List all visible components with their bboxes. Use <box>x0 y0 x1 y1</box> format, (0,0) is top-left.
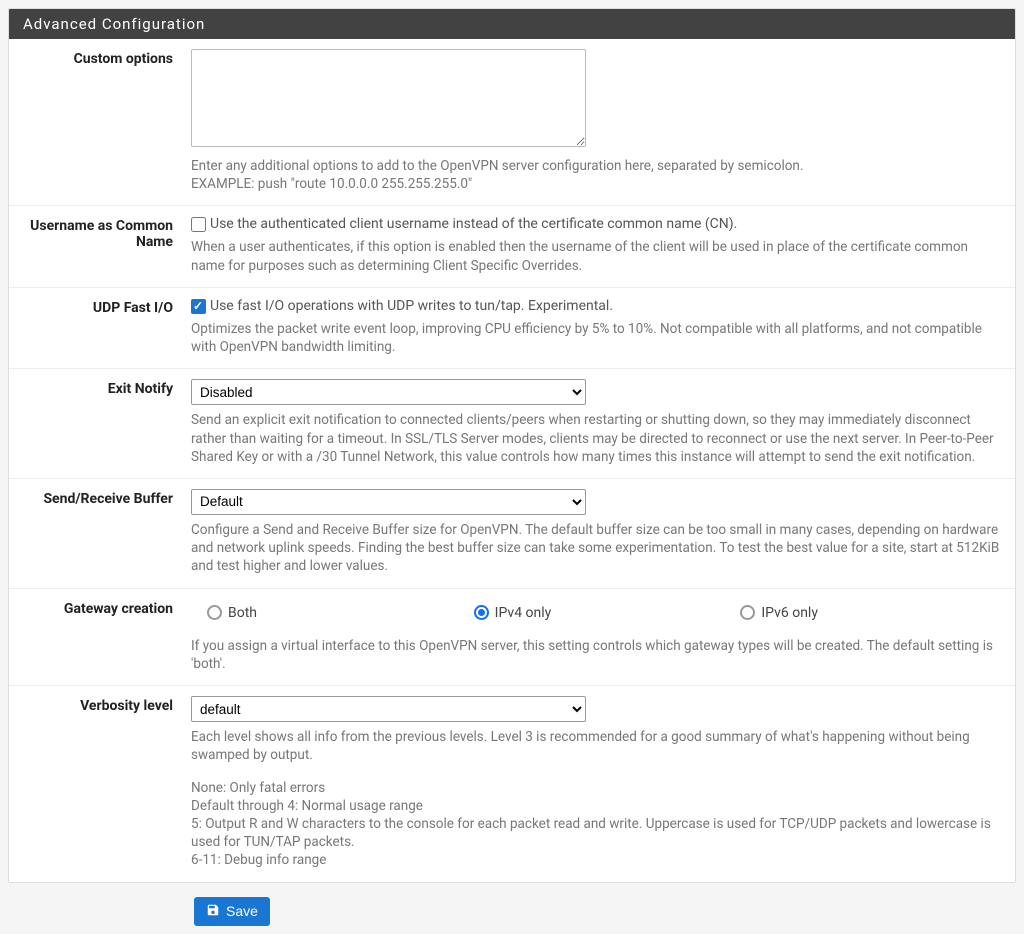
help-username-cn: When a user authenticates, if this optio… <box>191 238 1001 274</box>
radio-group-gateway: Both IPv4 only IPv6 only <box>191 599 991 631</box>
help-custom-options-2: EXAMPLE: push "route 10.0.0.0 255.255.25… <box>191 175 1001 193</box>
save-bar: Save <box>8 897 1016 926</box>
radio-gateway-ipv4[interactable]: IPv4 only <box>458 599 725 631</box>
label-custom-options: Custom options <box>23 49 191 193</box>
save-button-label: Save <box>226 903 258 919</box>
help-gateway-creation: If you assign a virtual interface to thi… <box>191 637 1001 673</box>
row-gateway-creation: Gateway creation Both IPv4 only IPv6 onl… <box>9 589 1015 686</box>
checkbox-line-udp-fast-io[interactable]: Use fast I/O operations with UDP writes … <box>191 298 1001 314</box>
radio-gateway-both[interactable]: Both <box>191 599 458 631</box>
help-verbosity-3: Default through 4: Normal usage range <box>191 797 1001 815</box>
advanced-config-panel: Advanced Configuration Custom options En… <box>8 8 1016 883</box>
help-verbosity-5: 6-11: Debug info range <box>191 851 1001 869</box>
help-send-recv-buffer: Configure a Send and Receive Buffer size… <box>191 521 1001 576</box>
label-exit-notify: Exit Notify <box>23 379 191 466</box>
row-udp-fast-io: UDP Fast I/O Use fast I/O operations wit… <box>9 288 1015 369</box>
radio-icon <box>207 605 222 620</box>
checkbox-line-username-cn[interactable]: Use the authenticated client username in… <box>191 216 1001 232</box>
save-icon <box>206 903 220 920</box>
row-verbosity: Verbosity level default Each level shows… <box>9 686 1015 882</box>
checkbox-username-cn[interactable] <box>191 217 206 232</box>
radio-icon <box>474 605 489 620</box>
help-verbosity-2: None: Only fatal errors <box>191 779 1001 797</box>
select-exit-notify[interactable]: Disabled <box>191 379 586 405</box>
row-custom-options: Custom options Enter any additional opti… <box>9 39 1015 206</box>
label-udp-fast-io: UDP Fast I/O <box>23 298 191 356</box>
label-send-recv-buffer: Send/Receive Buffer <box>23 489 191 576</box>
help-exit-notify: Send an explicit exit notification to co… <box>191 411 1001 466</box>
row-username-cn: Username as Common Name Use the authenti… <box>9 206 1015 287</box>
custom-options-textarea[interactable] <box>191 49 586 147</box>
select-verbosity[interactable]: default <box>191 696 586 722</box>
radio-label-ipv6: IPv6 only <box>761 605 818 621</box>
radio-icon <box>740 605 755 620</box>
label-verbosity: Verbosity level <box>23 696 191 870</box>
row-send-recv-buffer: Send/Receive Buffer Default Configure a … <box>9 479 1015 589</box>
radio-label-both: Both <box>228 605 257 621</box>
help-verbosity-1: Each level shows all info from the previ… <box>191 728 1001 764</box>
row-exit-notify: Exit Notify Disabled Send an explicit ex… <box>9 369 1015 479</box>
radio-gateway-ipv6[interactable]: IPv6 only <box>724 599 991 631</box>
checkbox-label-username-cn: Use the authenticated client username in… <box>210 216 737 232</box>
label-gateway-creation: Gateway creation <box>23 599 191 673</box>
help-verbosity-4: 5: Output R and W characters to the cons… <box>191 815 1001 851</box>
help-udp-fast-io: Optimizes the packet write event loop, i… <box>191 320 1001 356</box>
help-custom-options-1: Enter any additional options to add to t… <box>191 157 1001 175</box>
select-send-recv-buffer[interactable]: Default <box>191 489 586 515</box>
panel-title: Advanced Configuration <box>9 9 1015 39</box>
checkbox-udp-fast-io[interactable] <box>191 299 206 314</box>
label-username-cn: Username as Common Name <box>23 216 191 274</box>
radio-label-ipv4: IPv4 only <box>495 605 552 621</box>
save-button[interactable]: Save <box>194 897 270 926</box>
checkbox-label-udp-fast-io: Use fast I/O operations with UDP writes … <box>210 298 613 314</box>
